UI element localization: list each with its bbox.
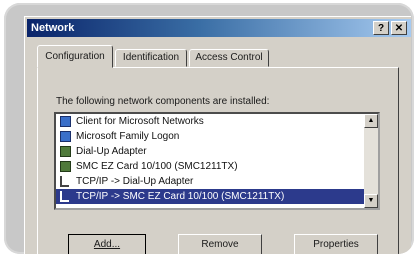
list-item[interactable]: TCP/IP -> Dial-Up Adapter	[56, 174, 378, 189]
list-item-label: SMC EZ Card 10/100 (SMC1211TX)	[76, 161, 238, 172]
list-item-label: Dial-Up Adapter	[76, 146, 147, 157]
adapter-icon	[60, 161, 71, 172]
network-dialog: Network ? ✕ Configuration Identification…	[24, 16, 411, 254]
list-item-label: TCP/IP -> SMC EZ Card 10/100 (SMC1211TX)	[76, 191, 285, 202]
list-item[interactable]: Microsoft Family Logon	[56, 129, 378, 144]
vertical-scrollbar[interactable]: ▲ ▼	[364, 114, 378, 208]
title-bar: Network ? ✕	[27, 19, 411, 37]
list-item[interactable]: Dial-Up Adapter	[56, 144, 378, 159]
list-item-label: TCP/IP -> Dial-Up Adapter	[76, 176, 194, 187]
scroll-down-button[interactable]: ▼	[364, 194, 378, 208]
components-list[interactable]: Client for Microsoft Networks Microsoft …	[54, 112, 380, 210]
protocol-icon	[60, 191, 69, 202]
arrow-up-icon: ▲	[367, 117, 375, 124]
list-item[interactable]: Client for Microsoft Networks	[56, 114, 378, 129]
add-button[interactable]: Add...	[68, 234, 146, 254]
properties-button[interactable]: Properties	[294, 234, 378, 254]
list-item-label: Client for Microsoft Networks	[76, 116, 204, 127]
add-button-label: Add...	[93, 239, 121, 250]
configuration-panel: The following network components are ins…	[37, 67, 399, 254]
components-caption: The following network components are ins…	[56, 96, 270, 107]
tab-identification-label: Identification	[122, 52, 180, 63]
adapter-icon	[60, 146, 71, 157]
help-icon: ?	[377, 23, 385, 34]
protocol-icon	[60, 176, 69, 187]
close-button[interactable]: ✕	[391, 21, 407, 35]
close-icon: ✕	[394, 23, 404, 34]
tab-identification[interactable]: Identification	[115, 49, 187, 67]
tab-configuration-label: Configuration	[45, 51, 105, 62]
tab-configuration[interactable]: Configuration	[37, 45, 113, 68]
arrow-down-icon: ▼	[367, 197, 375, 204]
tab-access-control[interactable]: Access Control	[189, 49, 269, 67]
scroll-up-button[interactable]: ▲	[364, 114, 378, 128]
client-icon	[60, 116, 71, 127]
list-item[interactable]: SMC EZ Card 10/100 (SMC1211TX)	[56, 159, 378, 174]
photo-frame: Network ? ✕ Configuration Identification…	[4, 3, 414, 254]
remove-button[interactable]: Remove	[178, 234, 262, 254]
client-icon	[60, 131, 71, 142]
tab-access-control-label: Access Control	[195, 52, 263, 63]
list-item-selected[interactable]: TCP/IP -> SMC EZ Card 10/100 (SMC1211TX)	[56, 189, 378, 204]
help-button[interactable]: ?	[373, 21, 389, 35]
window-title: Network	[31, 22, 75, 34]
remove-button-label: Remove	[201, 239, 239, 250]
properties-button-label: Properties	[313, 239, 359, 250]
list-item-label: Microsoft Family Logon	[76, 131, 180, 142]
